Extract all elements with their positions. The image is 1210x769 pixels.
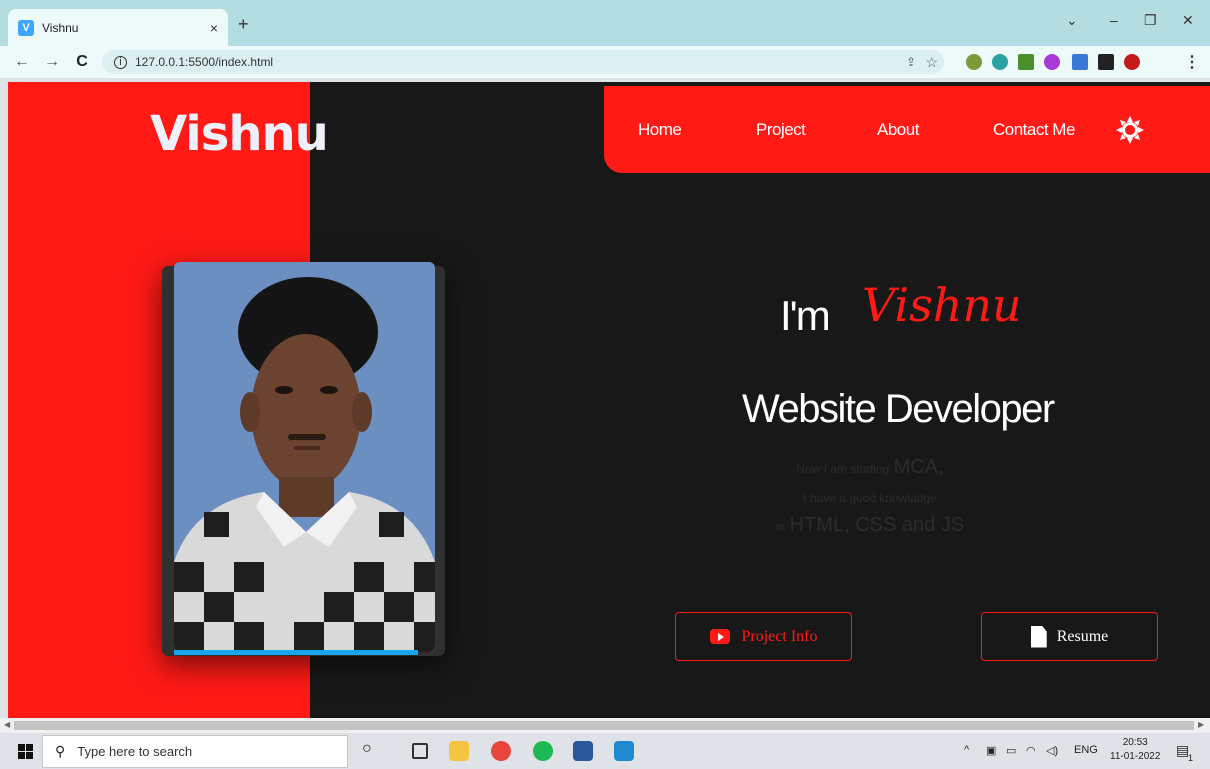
site-info-icon[interactable]: i (114, 55, 127, 69)
battery-icon[interactable]: ▭ (1006, 744, 1016, 757)
desc-line-1-small: Now I am studing (796, 462, 890, 476)
bookmark-star-icon[interactable]: ☆ (925, 54, 938, 71)
project-info-label: Project Info (741, 627, 818, 645)
clock[interactable]: 20:53 11-01-2022 (1110, 736, 1160, 764)
document-icon (1030, 625, 1047, 648)
extension-purple-icon[interactable] (1044, 54, 1060, 70)
tab-close-icon[interactable]: × (210, 20, 218, 36)
youtube-icon (709, 629, 730, 644)
taskbar-search[interactable]: ⚲ Type here to search (42, 735, 348, 768)
page-viewport: Vishnu Home Project About Contact Me I'm… (8, 82, 1210, 718)
clock-time: 20:53 (1122, 737, 1148, 748)
windows-start-icon[interactable] (18, 744, 33, 759)
profile-photo (174, 262, 435, 652)
extension-tree-icon[interactable] (1018, 54, 1034, 70)
resume-button[interactable]: Resume (981, 612, 1158, 661)
tab-search-icon[interactable]: ⌄ (1066, 12, 1078, 29)
desc-line-1: Now I am studing MCA, (720, 456, 1020, 479)
site-favicon-icon: V (18, 19, 34, 36)
extension-pen-icon[interactable] (1072, 54, 1088, 70)
nav-bar: Home Project About Contact Me (604, 86, 1210, 173)
browser-tab-strip: V Vishnu × + ⌄ – ❐ ✕ (0, 0, 1210, 46)
desc-line-2-small: I have a good knowladge (803, 491, 937, 505)
nav-home[interactable]: Home (638, 120, 682, 140)
search-placeholder: Type here to search (77, 744, 193, 759)
greeting-prefix: I'm (780, 292, 831, 339)
browser-toolbar: ← → C i 127.0.0.1:5500/index.html ⇪ ☆ ⋮ (0, 46, 1210, 78)
nav-project[interactable]: Project (756, 120, 806, 140)
show-hidden-icons-icon[interactable]: ^ (964, 744, 969, 756)
browser-tab[interactable]: V Vishnu × (8, 9, 228, 46)
taskbar: ⚲ Type here to search ○ ^ ▣ ▭ ◠ ◁) ENG 2… (0, 733, 1210, 769)
new-tab-button[interactable]: + (238, 14, 249, 35)
network-icon[interactable]: ▣ (986, 744, 996, 757)
site-logo[interactable]: Vishnu (150, 106, 329, 162)
address-bar[interactable]: i 127.0.0.1:5500/index.html ⇪ ☆ (102, 50, 944, 74)
minimize-button[interactable]: – (1110, 12, 1118, 28)
url-text: 127.0.0.1:5500/index.html (135, 55, 274, 69)
extensions-puzzle-icon[interactable] (1098, 54, 1114, 70)
clock-date: 11-01-2022 (1110, 751, 1161, 762)
profile-avatar[interactable] (1124, 54, 1140, 70)
desc-line-1-big: MCA, (893, 456, 944, 478)
desc-line-3-small: in (775, 520, 786, 534)
task-view-icon[interactable] (412, 743, 428, 759)
word-icon[interactable] (573, 741, 593, 761)
photo-progress-bar (174, 650, 418, 655)
vscode-icon[interactable] (614, 741, 634, 761)
scroll-right-arrow-icon[interactable]: ▶ (1198, 720, 1204, 729)
nav-contact-me[interactable]: Contact Me (993, 120, 1075, 140)
search-icon: ⚲ (55, 743, 66, 759)
restore-button[interactable]: ❐ (1144, 12, 1157, 29)
cortana-icon[interactable]: ○ (362, 740, 382, 760)
theme-toggle-sun-icon[interactable] (1116, 116, 1144, 144)
share-icon[interactable]: ⇪ (906, 55, 916, 69)
desc-line-3-big: HTML, CSS and JS (789, 514, 965, 536)
extension-globe-icon[interactable] (992, 54, 1008, 70)
horizontal-scrollbar[interactable]: ◀ ▶ (0, 718, 1210, 733)
greeting-name: Vishnu (862, 278, 1022, 332)
notification-count: 1 (1188, 753, 1194, 763)
back-arrow-icon[interactable]: ← (14, 53, 30, 71)
scrollbar-thumb[interactable] (14, 721, 1194, 730)
scroll-left-arrow-icon[interactable]: ◀ (4, 720, 10, 729)
close-window-button[interactable]: ✕ (1182, 12, 1194, 29)
desc-line-2: I have a good knowladge (720, 489, 1020, 507)
role-title: Website Developer (742, 387, 1055, 431)
spotify-icon[interactable] (533, 741, 553, 761)
tab-title: Vishnu (42, 20, 79, 35)
reload-icon[interactable]: C (74, 53, 90, 71)
wifi-icon[interactable]: ◠ (1026, 744, 1036, 757)
file-explorer-icon[interactable] (449, 741, 469, 761)
volume-icon[interactable]: ◁) (1046, 744, 1058, 757)
chrome-icon[interactable] (491, 741, 511, 761)
forward-arrow-icon[interactable]: → (44, 53, 60, 71)
extension-bug-icon[interactable] (966, 54, 982, 70)
language-indicator[interactable]: ENG (1074, 744, 1098, 756)
project-info-button[interactable]: Project Info (675, 612, 852, 661)
desc-line-3: in HTML, CSS and JS (720, 514, 1020, 537)
nav-about[interactable]: About (877, 120, 919, 140)
resume-label: Resume (1056, 627, 1109, 645)
browser-menu-icon[interactable]: ⋮ (1184, 52, 1200, 72)
